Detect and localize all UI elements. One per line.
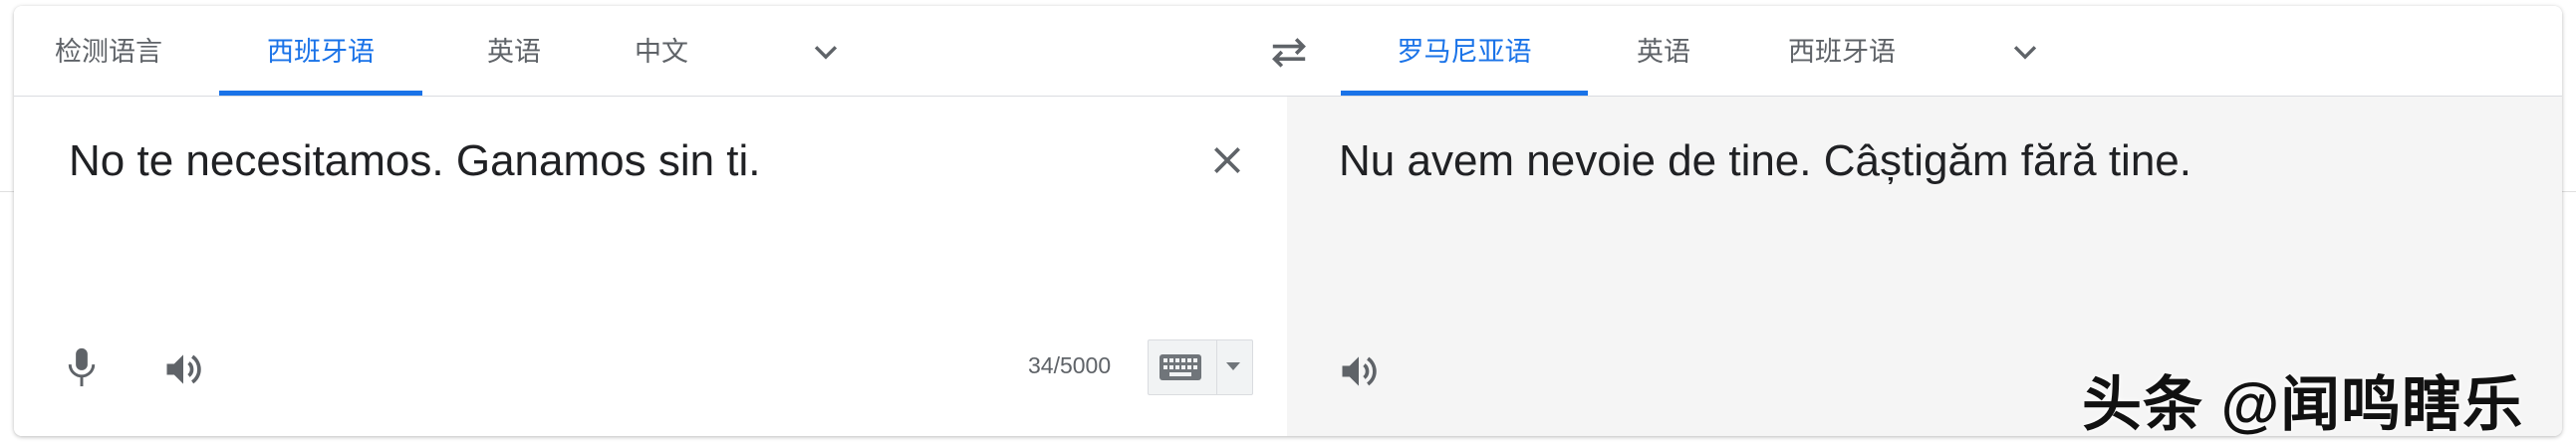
character-counter: 34/5000 <box>1028 352 1112 378</box>
tab-target-romanian[interactable]: 罗马尼亚语 <box>1341 6 1588 96</box>
tab-source-spanish[interactable]: 西班牙语 <box>219 6 422 96</box>
speaker-icon[interactable] <box>1337 349 1381 393</box>
close-icon[interactable] <box>1207 140 1247 180</box>
microphone-icon[interactable] <box>64 345 100 389</box>
chevron-down-icon[interactable] <box>809 36 843 70</box>
tab-detect-language[interactable]: 检测语言 <box>44 6 173 96</box>
tab-target-english[interactable]: 英语 <box>1614 6 1713 96</box>
divider <box>1216 340 1217 394</box>
watermark: 头条 @闻鸣瞎乐 <box>2082 371 2524 438</box>
speaker-icon[interactable] <box>161 347 205 391</box>
input-tools-button[interactable] <box>1148 339 1253 395</box>
swap-languages-icon[interactable] <box>1267 34 1311 70</box>
language-tab-bar: 检测语言 西班牙语 英语 中文 罗马尼亚语 英语 西班牙语 <box>14 6 2562 97</box>
chevron-down-icon[interactable] <box>2008 36 2042 70</box>
tab-source-english[interactable]: 英语 <box>464 6 564 96</box>
chevron-down-icon[interactable] <box>1226 362 1240 370</box>
translation-text: Nu avem nevoie de tine. Câștigăm fără ti… <box>1339 136 2192 185</box>
source-text-input[interactable]: No te necesitamos. Ganamos sin ti. <box>69 136 761 186</box>
tab-source-chinese[interactable]: 中文 <box>612 6 711 96</box>
source-pane: No te necesitamos. Ganamos sin ti. 34/50… <box>14 97 1287 436</box>
tab-target-spanish[interactable]: 西班牙语 <box>1757 6 1927 96</box>
keyboard-icon <box>1159 354 1201 380</box>
